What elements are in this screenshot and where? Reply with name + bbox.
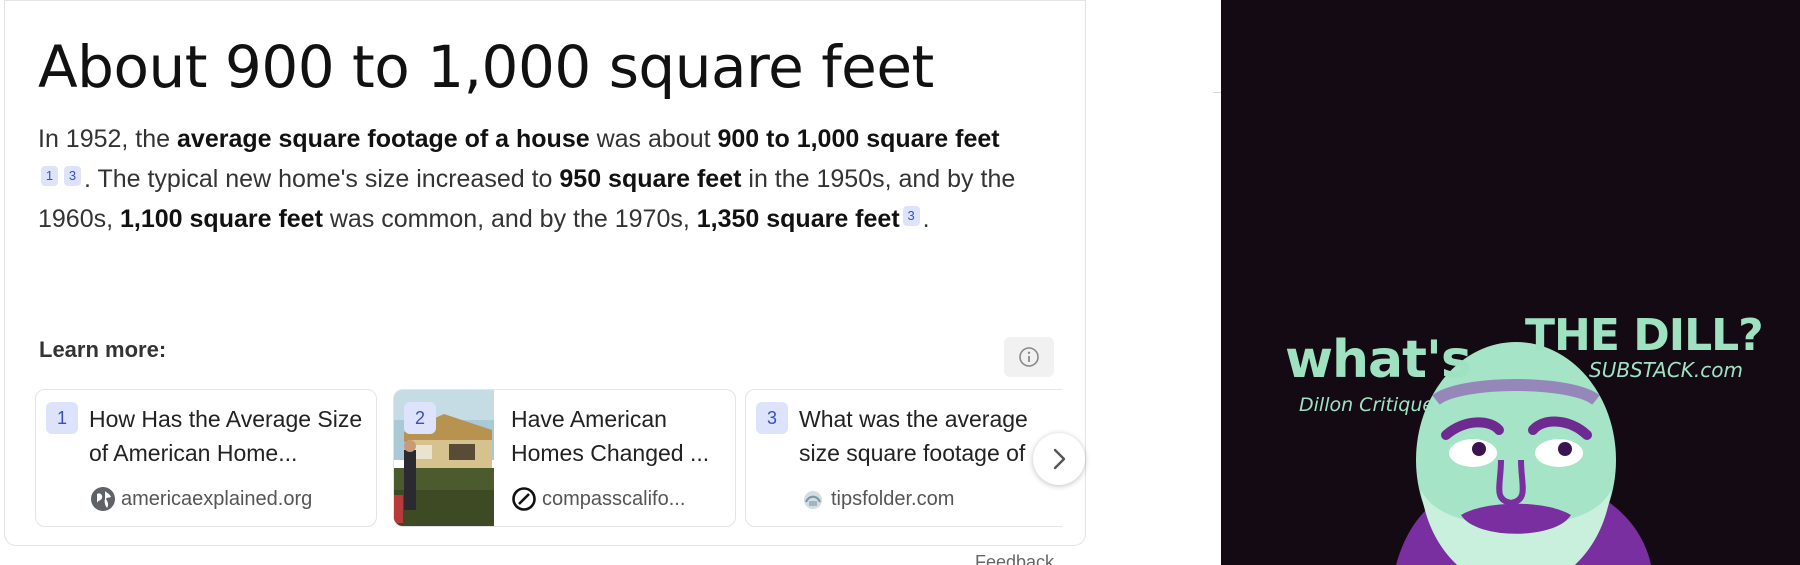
citation-badge-1[interactable]: 1	[41, 166, 58, 186]
tipsfolder-icon	[804, 491, 822, 509]
answer-card: About 900 to 1,000 square feet In 1952, …	[4, 0, 1086, 546]
panel-divider	[1213, 92, 1221, 93]
promo-whats-text: what's	[1285, 330, 1472, 390]
answer-bold-text: 1,100 square feet	[120, 205, 323, 233]
answer-text: .	[922, 205, 930, 233]
source-card-1[interactable]: 1 How Has the Average Size of American H…	[35, 389, 377, 527]
source-title: How Has the Average Size of American Hom…	[89, 406, 363, 466]
answer-body: In 1952, the average square footage of a…	[38, 119, 1048, 239]
answer-bold-text: 1,350 square feet	[696, 205, 900, 233]
answer-text: In 1952, the	[38, 125, 178, 153]
source-title-text: What was the average size square footage…	[799, 406, 1028, 466]
learn-more-label: Learn more:	[39, 337, 167, 362]
source-number-badge: 1	[46, 402, 78, 434]
answer-bold-text: 900 to 1,000 square feet	[717, 125, 1000, 153]
answer-title: About 900 to 1,000 square feet	[38, 33, 934, 101]
source-carousel: 1 How Has the Average Size of American H…	[35, 389, 1062, 529]
promo-substack-text: SUBSTACK.com	[1589, 358, 1743, 382]
feedback-link[interactable]: Feedback	[975, 552, 1054, 565]
citation-badge-3[interactable]: 3	[64, 166, 81, 186]
source-domain: tipsfolder.com	[831, 487, 955, 510]
source-number-badge: 3	[756, 402, 788, 434]
source-domain: americaexplained.org	[121, 487, 313, 510]
source-domain-row: tipsfolder.com	[800, 486, 954, 512]
source-card-2[interactable]: 2 Have American Homes Changed ... compas…	[393, 389, 736, 527]
source-domain: compasscalifo...	[542, 487, 686, 510]
citation-badge-3[interactable]: 3	[902, 206, 920, 226]
page-root: About 900 to 1,000 square feet In 1952, …	[0, 0, 1800, 565]
source-card-3[interactable]: 3 What was the average size square foota…	[745, 389, 1062, 527]
answer-text: . The typical new home's size increased …	[84, 165, 560, 193]
promo-the-dill-text: THE DILL?	[1525, 310, 1764, 361]
source-number-badge: 2	[404, 402, 436, 434]
promo-byline: Dillon Critique	[1299, 394, 1435, 416]
promo-panel[interactable]: what's THE DILL? SUBSTACK.com Dillon Cri…	[1221, 0, 1800, 565]
answer-bold-text: 950 square feet	[559, 165, 742, 193]
source-domain-row: compasscalifo...	[511, 486, 685, 512]
source-title: Have American Homes Changed ...	[511, 406, 710, 466]
answer-text: was common, and by the 1970s,	[322, 205, 697, 233]
source-domain-row: americaexplained.org	[90, 486, 312, 512]
globe-icon	[91, 487, 115, 511]
answer-text: was about	[589, 125, 718, 153]
info-icon	[1019, 347, 1039, 367]
source-title: What was the average size square footage…	[799, 402, 1062, 470]
answer-bold-text: average square footage of a house	[177, 125, 590, 153]
carousel-next-button[interactable]	[1033, 433, 1085, 485]
info-button[interactable]	[1004, 337, 1054, 377]
chevron-right-icon	[1053, 448, 1066, 470]
compass-icon	[512, 487, 536, 511]
